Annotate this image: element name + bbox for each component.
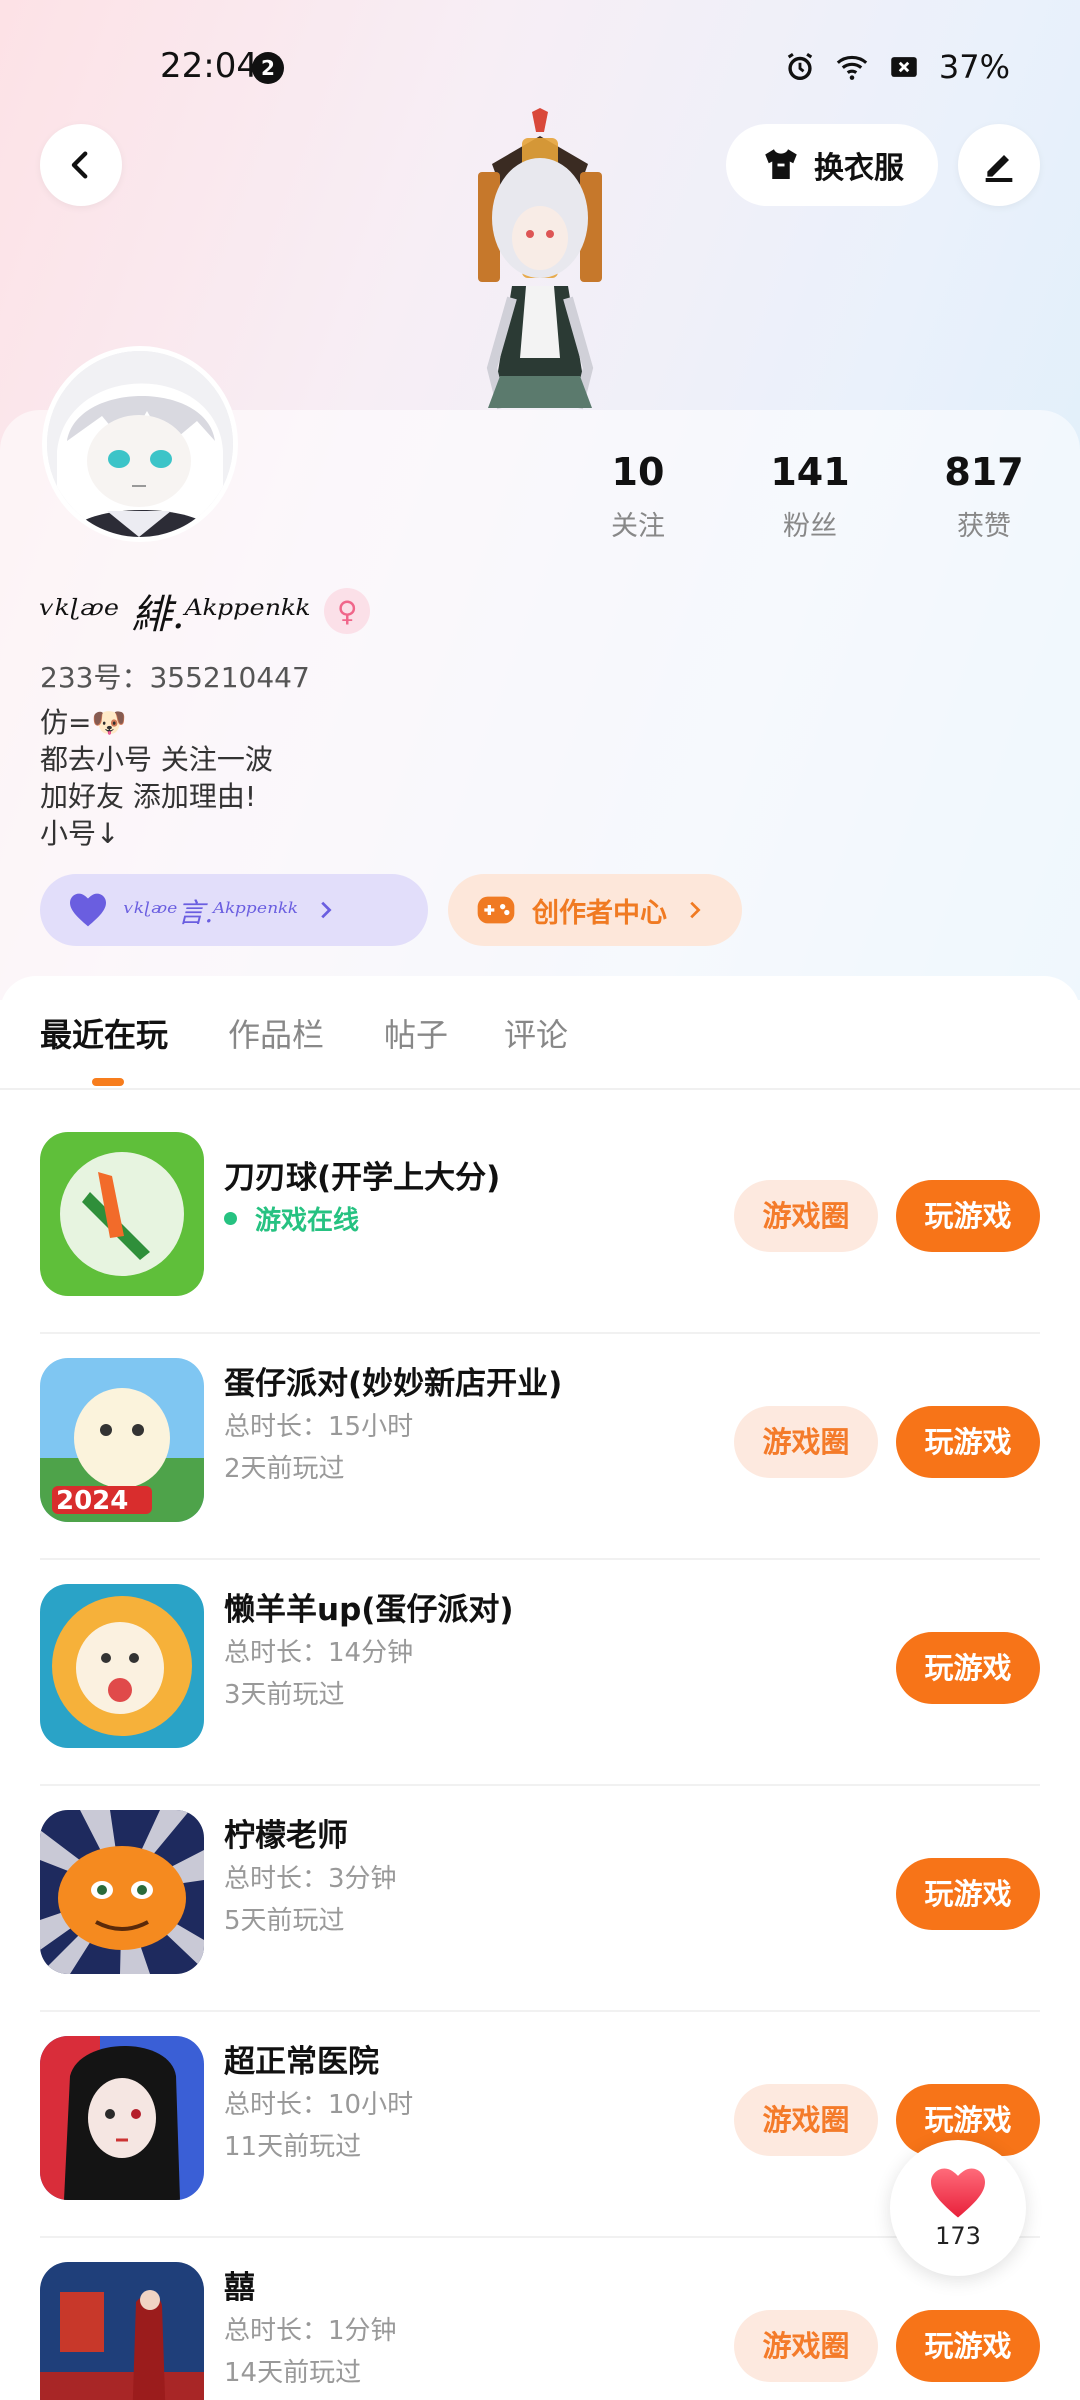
following-label: 关注	[611, 511, 665, 542]
game-title: 蛋仔派对(妙妙新店开业)	[224, 1366, 563, 1402]
game-duration: 总时长：1分钟	[224, 2316, 397, 2346]
bio-line: 仿=🐶	[40, 706, 127, 739]
creator-center-button[interactable]: 创作者中心	[448, 874, 742, 946]
tab-recently-played[interactable]: 最近在玩	[40, 1010, 168, 1056]
game-row[interactable]: 刀刃球(开学上大分) 游戏在线 游戏圈 玩游戏	[0, 1108, 1080, 1334]
game-duration: 总时长：3分钟	[224, 1864, 397, 1894]
change-outfit-button[interactable]: 换衣服	[726, 124, 938, 206]
game-row[interactable]: 柠檬老师 总时长：3分钟 5天前玩过 玩游戏	[0, 1786, 1080, 2012]
play-game-button[interactable]: 玩游戏	[896, 2310, 1040, 2382]
back-button[interactable]	[40, 124, 122, 206]
avatar[interactable]	[42, 346, 238, 542]
online-dot-icon	[224, 1212, 237, 1225]
lazy-sheep-icon	[40, 1584, 204, 1748]
chevron-left-icon	[71, 151, 88, 179]
alarm-icon	[787, 52, 813, 81]
followers-label: 粉丝	[783, 511, 837, 542]
game-title: 囍	[224, 2270, 255, 2306]
play-game-button[interactable]: 玩游戏	[896, 1406, 1040, 1478]
tshirt-icon	[765, 149, 797, 179]
game-icon-hospital	[40, 2036, 204, 2200]
game-icon-blade-ball	[40, 1132, 204, 1296]
likes-label: 获赞	[957, 511, 1011, 542]
game-last-played: 14天前玩过	[224, 2358, 362, 2388]
tabs-divider	[0, 1088, 1080, 1090]
pumpkin-face-icon	[40, 1810, 204, 1974]
linked-account-label: ᵛᵏᶩᵆᵉ言.ᴬᵏᵖᵖᵉⁿᵏᵏ	[124, 897, 298, 929]
game-title: 柠檬老师	[224, 1818, 348, 1854]
stat-following[interactable]: 10 关注	[568, 450, 708, 543]
edit-pencil-icon	[985, 155, 1013, 182]
game-icon-double-happiness	[40, 2262, 204, 2400]
game-last-played: 5天前玩过	[224, 1906, 345, 1936]
game-circle-button[interactable]: 游戏圈	[734, 2084, 878, 2156]
gamepad-icon	[477, 896, 515, 924]
game-title: 刀刃球(开学上大分)	[224, 1160, 501, 1196]
game-last-played: 2天前玩过	[224, 1454, 345, 1484]
eggy-party-icon: 2024	[40, 1358, 204, 1522]
tab-works[interactable]: 作品栏	[228, 1010, 324, 1056]
game-last-played: 11天前玩过	[224, 2132, 362, 2162]
creator-center-label: 创作者中心	[532, 897, 667, 929]
heart-icon	[931, 2168, 985, 2218]
active-tab-indicator	[92, 1078, 124, 1086]
bio-line: 加好友 添加理由!	[40, 780, 257, 813]
game-icon-eggy-party: 2024	[40, 1358, 204, 1522]
nickname: ᵛᵏᶩᵆᵉ 緋.ᴬᵏᵖᵖᵉⁿᵏᵏ	[40, 592, 311, 638]
tab-comments[interactable]: 评论	[504, 1010, 568, 1056]
online-status-label: 游戏在线	[255, 1206, 360, 1236]
wifi-icon	[836, 55, 868, 80]
svg-text:2024: 2024	[56, 1486, 128, 1516]
game-icon-lazy-sheep	[40, 1584, 204, 1748]
edit-profile-button[interactable]	[958, 124, 1040, 206]
battery-percentage: 37%	[938, 48, 1010, 86]
game-duration: 总时长：10小时	[224, 2090, 414, 2120]
chevron-right-icon	[690, 901, 701, 919]
game-duration: 总时长：15小时	[224, 1412, 414, 1442]
stat-likes[interactable]: 817 获赞	[914, 450, 1054, 543]
game-row[interactable]: 懒羊羊up(蛋仔派对) 总时长：14分钟 3天前玩过 玩游戏	[0, 1560, 1080, 1786]
female-gender-icon: ♀	[324, 588, 371, 634]
play-game-button[interactable]: 玩游戏	[896, 1858, 1040, 1930]
game-online-status: 游戏在线	[224, 1200, 359, 1237]
tab-posts[interactable]: 帖子	[384, 1010, 448, 1056]
play-game-button[interactable]: 玩游戏	[896, 1180, 1040, 1252]
game-title: 超正常医院	[224, 2044, 379, 2080]
double-happiness-game-icon	[40, 2262, 204, 2400]
status-icons: 37%	[783, 48, 1010, 86]
play-game-button[interactable]: 玩游戏	[896, 1632, 1040, 1704]
bio-line: 都去小号 关注一波	[40, 743, 273, 776]
blade-ball-icon	[40, 1132, 204, 1296]
like-count: 173	[935, 2222, 981, 2250]
game-row[interactable]: 2024 蛋仔派对(妙妙新店开业) 总时长：15小时 2天前玩过 游戏圈 玩游戏	[0, 1334, 1080, 1560]
followers-count: 141	[770, 450, 850, 494]
chevron-right-icon	[321, 901, 332, 919]
sim-disabled-icon	[891, 57, 917, 77]
game-circle-button[interactable]: 游戏圈	[734, 1406, 878, 1478]
stat-followers[interactable]: 141 粉丝	[740, 450, 880, 543]
linked-account-button[interactable]: ᵛᵏᶩᵆᵉ言.ᴬᵏᵖᵖᵉⁿᵏᵏ	[40, 874, 428, 946]
bio: 仿=🐶 都去小号 关注一波 加好友 添加理由! 小号↓	[40, 704, 273, 852]
game-icon-lemon-teacher	[40, 1810, 204, 1974]
game-circle-button[interactable]: 游戏圈	[734, 2310, 878, 2382]
like-button[interactable]: 173	[890, 2140, 1026, 2276]
avatar-image	[47, 351, 233, 537]
game-title: 懒羊羊up(蛋仔派对)	[224, 1592, 514, 1628]
user-id: 233号：355210447	[40, 661, 310, 694]
likes-count: 817	[944, 450, 1024, 494]
profile-tabs: 最近在玩 作品栏 帖子 评论	[0, 1010, 1080, 1090]
bio-line: 小号↓	[40, 817, 120, 850]
notification-badge: 2	[252, 52, 284, 84]
status-time: 22:04	[160, 46, 258, 86]
game-duration: 总时长：14分钟	[224, 1638, 414, 1668]
heart-icon	[70, 893, 106, 927]
game-last-played: 3天前玩过	[224, 1680, 345, 1710]
nickname-row: ᵛᵏᶩᵆᵉ 緋.ᴬᵏᵖᵖᵉⁿᵏᵏ ♀	[40, 582, 371, 640]
game-circle-button[interactable]: 游戏圈	[734, 1180, 878, 1252]
character-figure-image	[478, 108, 602, 410]
following-count: 10	[611, 450, 665, 494]
change-outfit-label: 换衣服	[814, 151, 904, 186]
hospital-game-icon	[40, 2036, 204, 2200]
